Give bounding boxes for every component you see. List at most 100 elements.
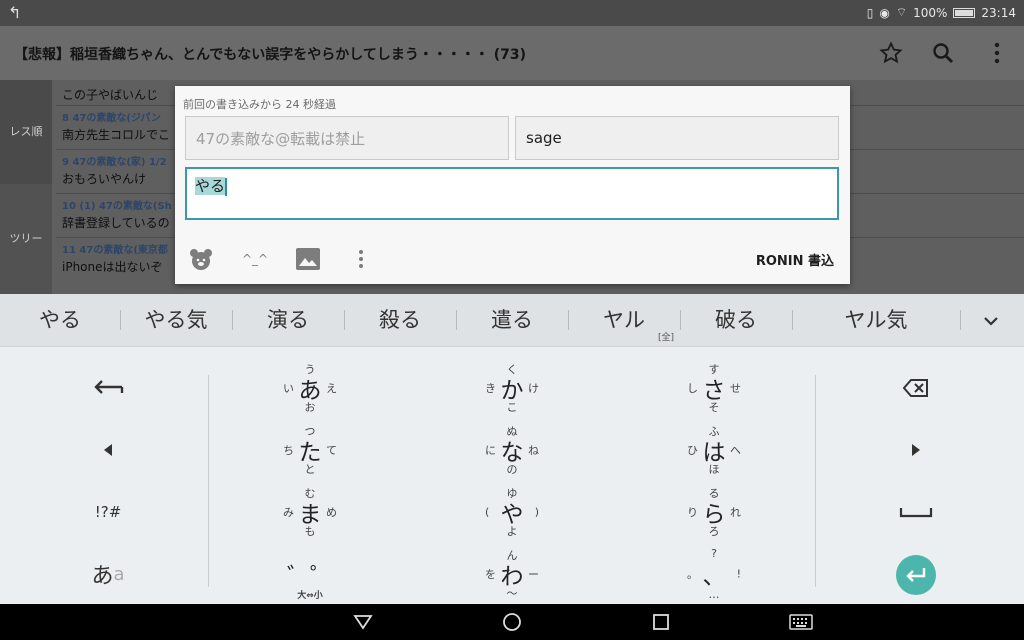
input-mode-key[interactable]: あa [58, 544, 158, 604]
kana-key-right-char: え [326, 382, 337, 395]
kana-key-top-char: す [708, 363, 720, 376]
expand-candidates-chevron-down-icon[interactable] [974, 304, 1008, 338]
kana-key-bottom-char: の [506, 463, 518, 476]
overflow-menu-icon[interactable] [982, 38, 1012, 68]
kana-key-0-2[interactable]: さすそしせ [654, 358, 774, 418]
kana-key-top-char: る [708, 487, 720, 500]
kana-key-left-char: し [687, 382, 698, 395]
kana-key-left-char: ひ [687, 444, 698, 457]
undo-arrow-icon[interactable] [58, 358, 158, 418]
candidate-6[interactable]: 破る [680, 294, 792, 347]
message-input[interactable]: やる [185, 167, 839, 220]
space-icon[interactable] [866, 482, 966, 542]
kana-key-top-char: う [304, 363, 316, 376]
kana-key-top-char: つ [304, 425, 316, 438]
nav-recents-square-icon[interactable] [646, 610, 676, 634]
kana-key-left-char: き [485, 382, 496, 395]
kana-key-0-0[interactable]: あうおいえ [250, 358, 370, 418]
kana-key-left-char: に [485, 444, 496, 457]
search-icon[interactable] [928, 38, 958, 68]
kana-key-top-char: ? [711, 547, 717, 560]
kana-key-top-char: ゆ [506, 487, 518, 500]
kana-key-left-char: ( [485, 505, 490, 519]
kana-key-bottom-char: お [304, 401, 316, 414]
mail-input[interactable]: sage [515, 116, 839, 160]
kana-key-left-char: ち [283, 444, 294, 457]
kana-key-right-char: ! [736, 567, 741, 581]
tab-res-order[interactable]: レス順 [0, 80, 52, 184]
elapsed-time: 前回の書き込みから 24 秒経過 [183, 98, 336, 111]
kana-key-bottom-char: 大⇔小 [297, 591, 323, 601]
kana-key-right-char: け [528, 382, 539, 395]
nav-home-circle-icon[interactable] [497, 610, 527, 634]
submit-button[interactable]: RONIN 書込 [756, 250, 834, 269]
input-mode-main: あ [91, 564, 114, 589]
nav-back-triangle-icon[interactable] [348, 610, 378, 634]
candidate-full-hint: [全] [658, 333, 675, 343]
more-options-icon[interactable] [349, 244, 373, 274]
image-icon[interactable] [291, 244, 325, 274]
kana-key-bottom-char: よ [506, 525, 518, 538]
kana-key-top-char: ん [506, 549, 518, 562]
candidate-7[interactable]: ヤル気 [792, 294, 960, 347]
kana-key-left-char: を [485, 568, 496, 581]
wifi-icon: ⌔ [895, 5, 908, 19]
kana-key-bottom-char: ～ [506, 587, 518, 600]
kana-key-right-char: ー [528, 568, 539, 581]
tab-tree-label: ツリー [9, 232, 43, 245]
navigation-bar [0, 604, 1024, 640]
keyboard-divider [208, 375, 209, 587]
text-caret [225, 177, 228, 196]
candidate-2[interactable]: 演る [232, 294, 344, 347]
thread-title: 【悲報】稲垣香織ちゃん、とんでもない誤字をやらかしてしまう・・・・・ (73) [14, 47, 527, 63]
kana-key-1-1[interactable]: なぬのにね [452, 420, 572, 480]
kana-key-right-char: ) [534, 505, 539, 519]
candidate-3[interactable]: 殺る [344, 294, 456, 347]
enter-key[interactable] [896, 555, 936, 595]
kana-key-1-0[interactable]: たつとちて [250, 420, 370, 480]
post-dialog: 前回の書き込みから 24 秒経過 47の素敵な@転載は禁止 sage やる ^_… [175, 86, 850, 284]
candidate-0[interactable]: やる [0, 294, 120, 347]
kana-key-1-2[interactable]: はふほひへ [654, 420, 774, 480]
tab-tree[interactable]: ツリー [0, 184, 52, 294]
kana-key-3-2[interactable]: 、? … 。! [654, 544, 774, 604]
composing-text: やる [195, 177, 226, 195]
kana-key-2-2[interactable]: らるろりれ [654, 482, 774, 542]
keyboard-divider [815, 375, 816, 587]
kana-key-bottom-char: こ [506, 401, 518, 414]
kana-key-0-1[interactable]: かくこきけ [452, 358, 572, 418]
candidate-4[interactable]: 遣る [456, 294, 568, 347]
kana-key-top-char: む [304, 487, 316, 500]
favorite-star-icon[interactable] [876, 38, 906, 68]
kana-key-right-char: て [326, 444, 337, 457]
app-bar: 【悲報】稲垣香織ちゃん、とんでもない誤字をやらかしてしまう・・・・・ (73) [0, 26, 1024, 80]
kana-key-2-0[interactable]: まむもみめ [250, 482, 370, 542]
symbol-key[interactable]: !?# [58, 482, 158, 542]
status-bar: ↰ ▯ ◉ ⌔ 100% 23:14 [0, 0, 1024, 26]
kana-key-3-1[interactable]: わん～をー [452, 544, 572, 604]
cursor-right-icon[interactable] [866, 420, 966, 480]
candidate-bar: やる やる気 演る 殺る 遣る ヤル [全] 破る ヤル気 [0, 294, 1024, 347]
kana-key-right-char: れ [730, 506, 741, 519]
kana-key-main-char: 、 [702, 564, 726, 590]
enter-arrow-icon [906, 568, 926, 582]
back-arrow-icon: ↰ [8, 3, 22, 22]
kana-key-bottom-char: も [304, 525, 316, 538]
candidate-1[interactable]: やる気 [120, 294, 232, 347]
status-icons: ▯ ◉ ⌔ 100% 23:14 [867, 5, 1016, 20]
kana-key-right-char: め [326, 506, 337, 519]
kana-key-bottom-char: そ [708, 401, 720, 414]
kaomoji-button[interactable]: ^_^ [233, 244, 277, 274]
kana-key-bottom-char: … [708, 588, 720, 601]
backspace-icon[interactable] [866, 358, 966, 418]
eye-comfort-icon: ◉ [879, 5, 890, 20]
keyboard-switch-icon[interactable] [786, 610, 816, 634]
input-mode-sub: a [113, 563, 125, 585]
kana-key-left-char: い [283, 382, 294, 395]
kana-key-2-1[interactable]: やゆよ() [452, 482, 572, 542]
name-input[interactable]: 47の素敵な@転載は禁止 [185, 116, 509, 160]
candidate-divider [960, 310, 961, 330]
bear-icon[interactable] [185, 244, 217, 274]
cursor-left-icon[interactable] [58, 420, 158, 480]
kana-key-3-0[interactable]: ゛゜ 大⇔小 [250, 544, 370, 604]
